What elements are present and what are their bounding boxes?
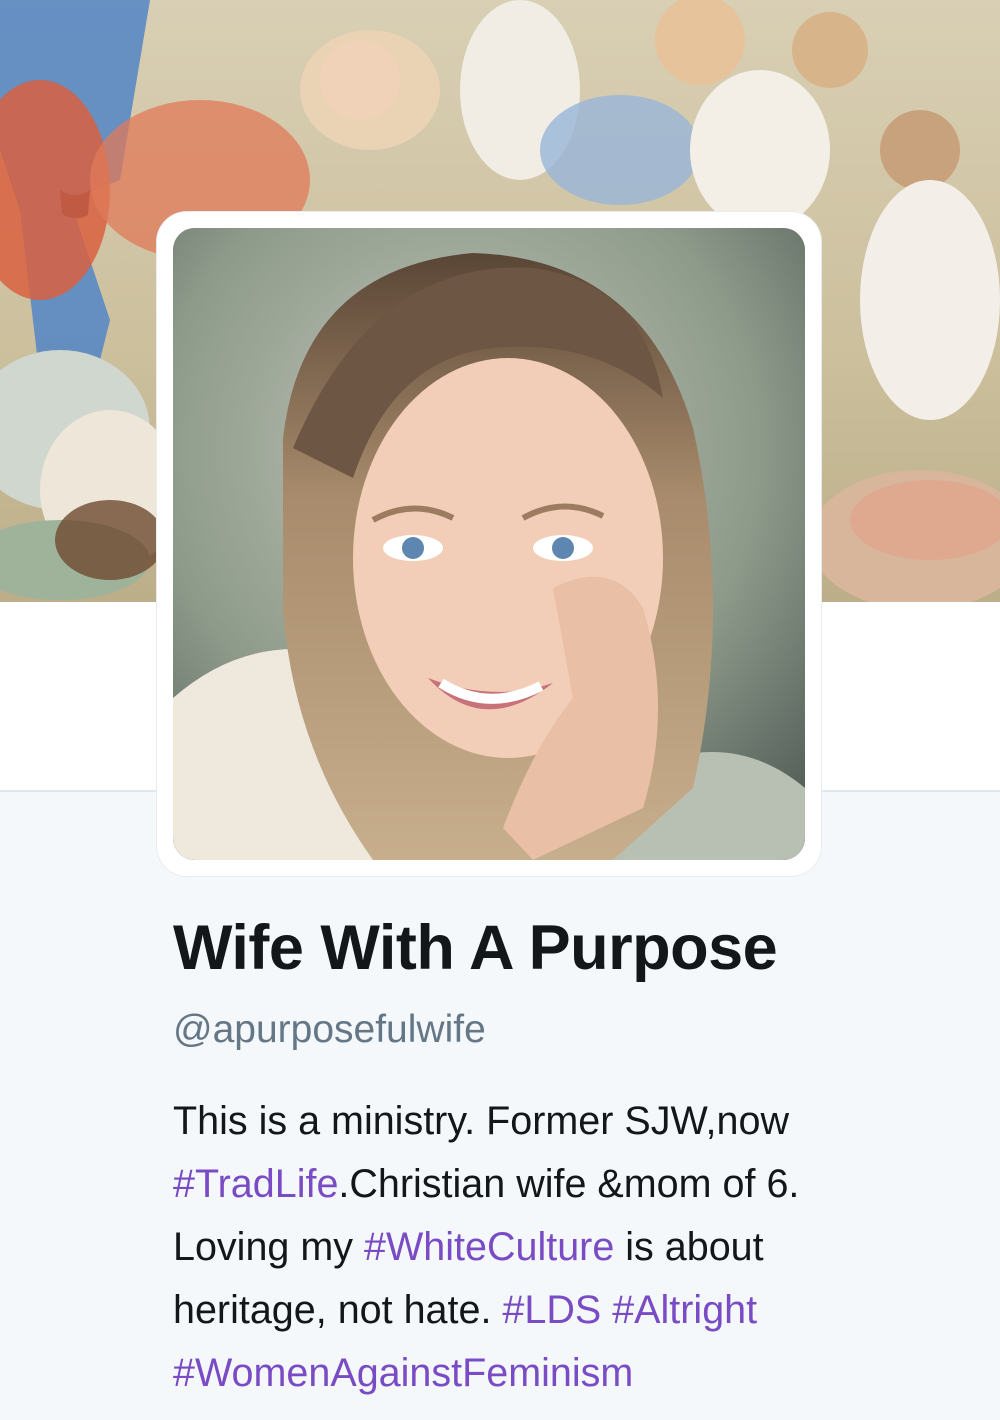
hashtag-link-tradlife[interactable]: #TradLife	[173, 1162, 338, 1206]
bio-line: #TradLife.Christian wife &mom of 6.	[173, 1153, 973, 1216]
bio-line: Loving my #WhiteCulture is about	[173, 1216, 973, 1279]
bio-line: heritage, not hate. #LDS #Altright	[173, 1279, 973, 1342]
avatar[interactable]	[173, 228, 805, 860]
bio-text: Loving my	[173, 1225, 365, 1269]
avatar-frame	[157, 212, 821, 876]
bio-text: This is a ministry. Former SJW,now	[173, 1099, 789, 1143]
avatar-photo	[173, 228, 805, 860]
hashtag-link-womenagainstfeminism[interactable]: #WomenAgainstFeminism	[173, 1351, 633, 1395]
profile-handle[interactable]: @apurposefulwife	[173, 1008, 486, 1052]
bio-text: is about	[614, 1225, 764, 1269]
bio-text	[601, 1288, 612, 1332]
hashtag-link-altright[interactable]: #Altright	[612, 1288, 757, 1332]
bio-text: heritage, not hate.	[173, 1288, 503, 1332]
bio-line: #WomenAgainstFeminism	[173, 1342, 973, 1405]
bio-line: This is a ministry. Former SJW,now	[173, 1090, 973, 1153]
hashtag-link-lds[interactable]: #LDS	[502, 1288, 601, 1332]
bio-text: .Christian wife &mom of 6.	[338, 1162, 800, 1206]
hashtag-link-whiteculture[interactable]: #WhiteCulture	[364, 1225, 614, 1269]
profile-name: Wife With A Purpose	[173, 913, 778, 983]
profile-bio: This is a ministry. Former SJW,now #Trad…	[173, 1090, 973, 1405]
